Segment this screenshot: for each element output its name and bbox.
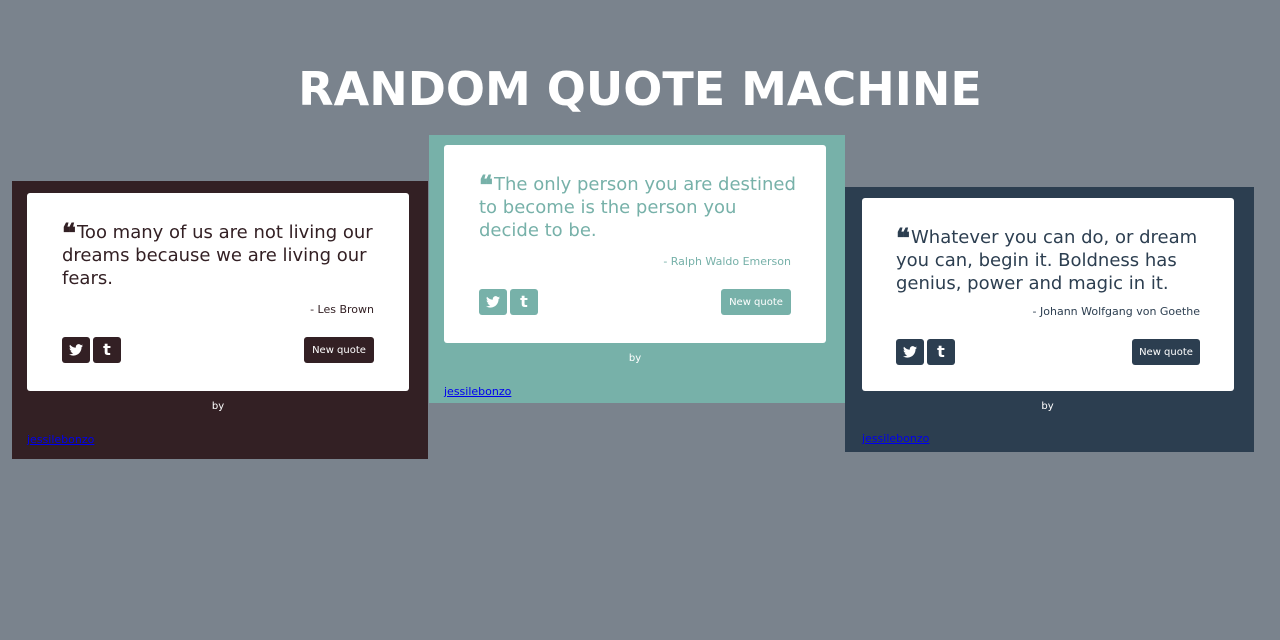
by-label: by <box>1041 401 1054 412</box>
tumblr-button[interactable]: t <box>927 339 955 365</box>
tweet-button[interactable] <box>896 339 924 365</box>
quote-author: - Ralph Waldo Emerson <box>663 255 791 268</box>
by-label: by <box>211 401 225 412</box>
twitter-icon <box>903 346 917 358</box>
new-quote-button[interactable]: New quote <box>304 337 374 363</box>
quote-panel-center: ❝The only person you are destined to bec… <box>429 135 845 403</box>
by-label: by <box>628 353 642 364</box>
page-title: RANDOM QUOTE MACHINE <box>298 62 982 116</box>
author-credit-link[interactable]: jessilebonzo <box>862 432 929 445</box>
author-credit-link[interactable]: jessilebonzo <box>27 433 94 446</box>
quote-box: ❝The only person you are destined to bec… <box>444 145 826 343</box>
tumblr-icon: t <box>103 340 111 359</box>
tweet-button[interactable] <box>62 337 90 363</box>
quote-box: ❝Whatever you can do, or dream you can, … <box>862 198 1234 391</box>
twitter-icon <box>69 344 83 356</box>
twitter-icon <box>486 296 500 308</box>
tumblr-button[interactable]: t <box>510 289 538 315</box>
quote-box: ❝Too many of us are not living our dream… <box>27 193 409 391</box>
tumblr-icon: t <box>937 342 945 361</box>
new-quote-button[interactable]: New quote <box>721 289 791 315</box>
quote-text: ❝Too many of us are not living our dream… <box>62 221 382 290</box>
new-quote-button[interactable]: New quote <box>1132 339 1200 365</box>
quote-panel-left: ❝Too many of us are not living our dream… <box>12 181 428 459</box>
quote-body: Too many of us are not living our dreams… <box>62 222 373 289</box>
tweet-button[interactable] <box>479 289 507 315</box>
quote-body: The only person you are destined to beco… <box>479 174 796 241</box>
quote-text: ❝Whatever you can do, or dream you can, … <box>896 226 1206 295</box>
tumblr-icon: t <box>520 292 528 311</box>
quote-author: - Johann Wolfgang von Goethe <box>1032 305 1200 318</box>
quote-body: Whatever you can do, or dream you can, b… <box>896 227 1198 294</box>
quote-author: - Les Brown <box>310 303 374 316</box>
quote-panel-right: ❝Whatever you can do, or dream you can, … <box>845 187 1254 452</box>
quote-text: ❝The only person you are destined to bec… <box>479 173 799 242</box>
tumblr-button[interactable]: t <box>93 337 121 363</box>
author-credit-link[interactable]: jessilebonzo <box>444 385 511 398</box>
